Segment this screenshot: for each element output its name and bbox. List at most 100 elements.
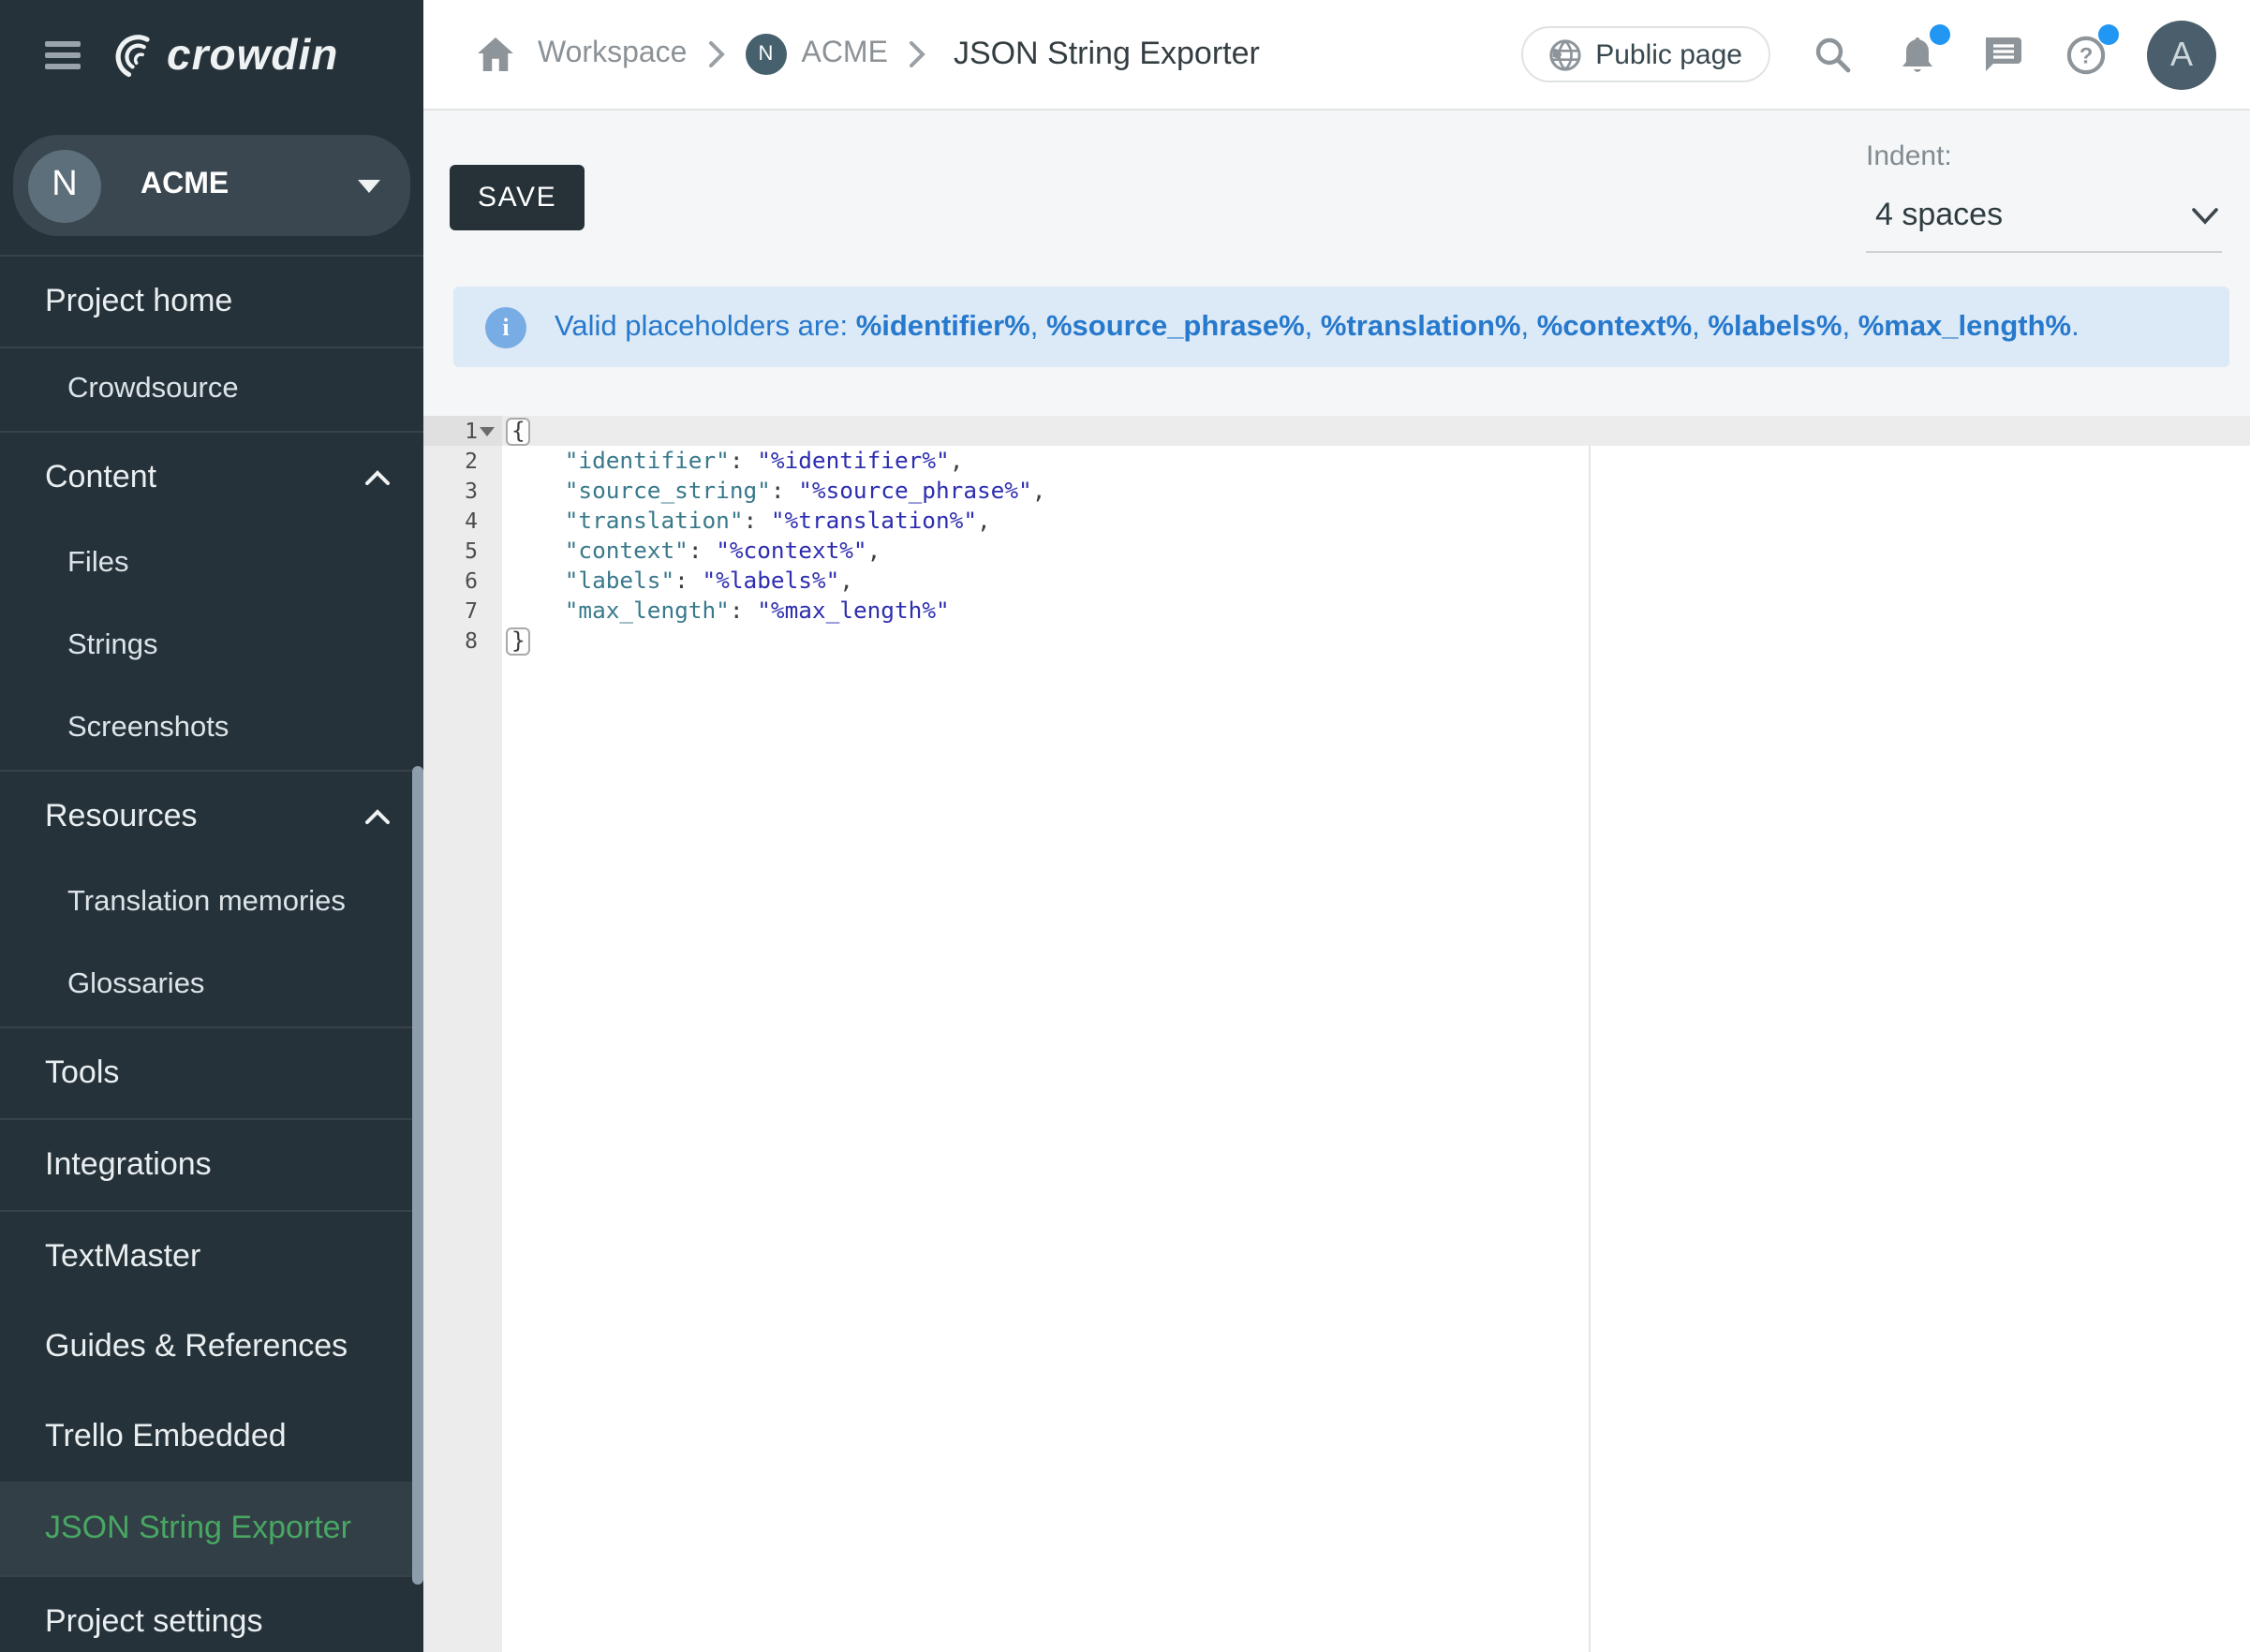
workspace-name: ACME: [141, 169, 358, 202]
public-page-button[interactable]: Public page: [1520, 26, 1770, 82]
workspace-avatar: N: [28, 149, 101, 222]
sidebar-item-files[interactable]: Files: [0, 523, 423, 605]
logo-text: crowdin: [167, 30, 338, 81]
fold-caret-icon[interactable]: [478, 426, 496, 435]
line-number-text: 6: [423, 566, 478, 596]
line-number-text: 4: [423, 506, 478, 536]
sidebar-item-label: Files: [67, 547, 390, 581]
hamburger-menu-icon[interactable]: [45, 35, 81, 76]
indent-select[interactable]: 4 spaces: [1866, 172, 2222, 253]
code-line-content: "identifier": "%identifier%",: [502, 446, 2250, 476]
line-number[interactable]: 8: [423, 626, 502, 656]
sidebar-item-tools[interactable]: Tools: [0, 1028, 423, 1118]
breadcrumb-workspace[interactable]: Workspace: [538, 37, 687, 71]
placeholder-token: %max_length%: [1858, 310, 2071, 342]
line-number-text: 7: [423, 596, 478, 626]
sidebar-item-strings[interactable]: Strings: [0, 605, 423, 687]
sidebar-group: TextMaster Guides & References Trello Embe…: [0, 1210, 423, 1575]
sidebar-item-label: Integrations: [45, 1146, 390, 1184]
line-number[interactable]: 7: [423, 596, 502, 626]
sidebar-item-label: Glossaries: [67, 968, 390, 1002]
home-icon[interactable]: [472, 32, 517, 77]
info-icon: i: [485, 306, 526, 347]
sidebar-item-crowdsource[interactable]: Crowdsource: [0, 348, 423, 431]
sidebar-scrollbar[interactable]: [412, 766, 422, 1585]
sidebar-item-label: Project home: [45, 283, 390, 320]
help-icon[interactable]: ?: [2063, 32, 2108, 77]
code-line[interactable]: 5 "context": "%context%",: [423, 536, 2250, 566]
notifications-bell-icon[interactable]: [1894, 32, 1939, 77]
sidebar-group: Content Files Strings Screenshots: [0, 431, 423, 770]
indent-value: 4 spaces: [1875, 197, 2003, 234]
breadcrumb: Workspace N ACME JSON String Exporter: [472, 32, 1520, 77]
chevron-up-icon: [365, 809, 390, 824]
code-line[interactable]: 7 "max_length": "%max_length%": [423, 596, 2250, 626]
sidebar-item-json-string-exporter[interactable]: JSON String Exporter: [0, 1482, 423, 1575]
code-line[interactable]: 4 "translation": "%translation%",: [423, 506, 2250, 536]
user-avatar[interactable]: A: [2147, 20, 2216, 89]
public-page-label: Public page: [1595, 38, 1742, 70]
sidebar-item-label: Translation memories: [67, 886, 390, 920]
sidebar-item-label: Strings: [67, 629, 390, 663]
placeholder-token: %identifier%: [856, 310, 1030, 342]
project-avatar: N: [745, 34, 786, 75]
sidebar-item-textmaster[interactable]: TextMaster: [0, 1212, 423, 1302]
chevron-right-icon: [909, 41, 925, 67]
sidebar-item-translation-memories[interactable]: Translation memories: [0, 862, 423, 944]
search-icon[interactable]: [1810, 32, 1855, 77]
info-banner: i Valid placeholders are: %identifier%, …: [453, 287, 2229, 367]
line-number-text: 3: [423, 476, 478, 506]
page-title: JSON String Exporter: [954, 36, 1260, 73]
code-line[interactable]: 8}: [423, 626, 2250, 656]
app-window: crowdin N ACME Project home CrowdsourceCo…: [0, 0, 2250, 1652]
sidebar-item-project-home[interactable]: Project home: [0, 257, 423, 347]
sidebar-item-guides-references[interactable]: Guides & References: [0, 1302, 423, 1392]
line-number-text: 1: [423, 416, 478, 446]
sidebar-item-label: TextMaster: [45, 1238, 390, 1276]
code-line[interactable]: 6 "labels": "%labels%",: [423, 566, 2250, 596]
globe-icon: [1548, 38, 1580, 70]
sidebar-group: Resources Translation memories Glossaries: [0, 770, 423, 1026]
line-number-text: 8: [423, 626, 478, 656]
code-line-content: "translation": "%translation%",: [502, 506, 2250, 536]
crowdin-logo[interactable]: crowdin: [111, 30, 338, 81]
sidebar-item-project-settings[interactable]: Project settings: [0, 1577, 423, 1652]
sidebar-item-trello-embedded[interactable]: Trello Embedded: [0, 1392, 423, 1482]
top-actions: Public page ? A: [1520, 20, 2216, 89]
messages-icon[interactable]: [1978, 32, 2023, 77]
line-number[interactable]: 4: [423, 506, 502, 536]
chevron-up-icon: [365, 470, 390, 485]
line-number[interactable]: 2: [423, 446, 502, 476]
notification-dot: [1930, 24, 1950, 45]
sidebar-item-glossaries[interactable]: Glossaries: [0, 944, 423, 1026]
top-bar: Workspace N ACME JSON String Exporter Pu…: [423, 0, 2250, 111]
svg-text:?: ?: [2079, 43, 2093, 68]
main-content: SAVE Indent: 4 spaces i Valid placeholde…: [423, 111, 2250, 1652]
sidebar-group: Project home: [0, 255, 423, 347]
sidebar-item-integrations[interactable]: Integrations: [0, 1120, 423, 1210]
code-line[interactable]: 1{: [423, 416, 2250, 446]
line-number[interactable]: 6: [423, 566, 502, 596]
workspace-switcher[interactable]: N ACME: [13, 135, 410, 236]
line-number[interactable]: 1: [423, 416, 502, 446]
code-line-content: }: [502, 626, 2250, 656]
line-number-text: 5: [423, 536, 478, 566]
sidebar-item-resources[interactable]: Resources: [0, 772, 423, 862]
indent-setting: Indent: 4 spaces: [1866, 140, 2222, 253]
sidebar-item-label: Resources: [45, 798, 365, 835]
code-line-content: "max_length": "%max_length%": [502, 596, 2250, 626]
sidebar-item-content[interactable]: Content: [0, 433, 423, 523]
save-button[interactable]: SAVE: [450, 165, 585, 230]
sidebar-item-screenshots[interactable]: Screenshots: [0, 687, 423, 770]
placeholder-token: %context%: [1537, 310, 1692, 342]
code-line[interactable]: 2 "identifier": "%identifier%",: [423, 446, 2250, 476]
line-number[interactable]: 5: [423, 536, 502, 566]
code-line[interactable]: 3 "source_string": "%source_phrase%",: [423, 476, 2250, 506]
breadcrumb-project[interactable]: N ACME: [745, 34, 887, 75]
code-editor[interactable]: 1{2 "identifier": "%identifier%",3 "sour…: [423, 416, 2250, 1652]
line-number[interactable]: 3: [423, 476, 502, 506]
indent-label: Indent:: [1866, 140, 2222, 172]
code-line-content: "source_string": "%source_phrase%",: [502, 476, 2250, 506]
sidebar-header: crowdin: [0, 0, 423, 111]
sidebar-item-label: Trello Embedded: [45, 1418, 390, 1455]
